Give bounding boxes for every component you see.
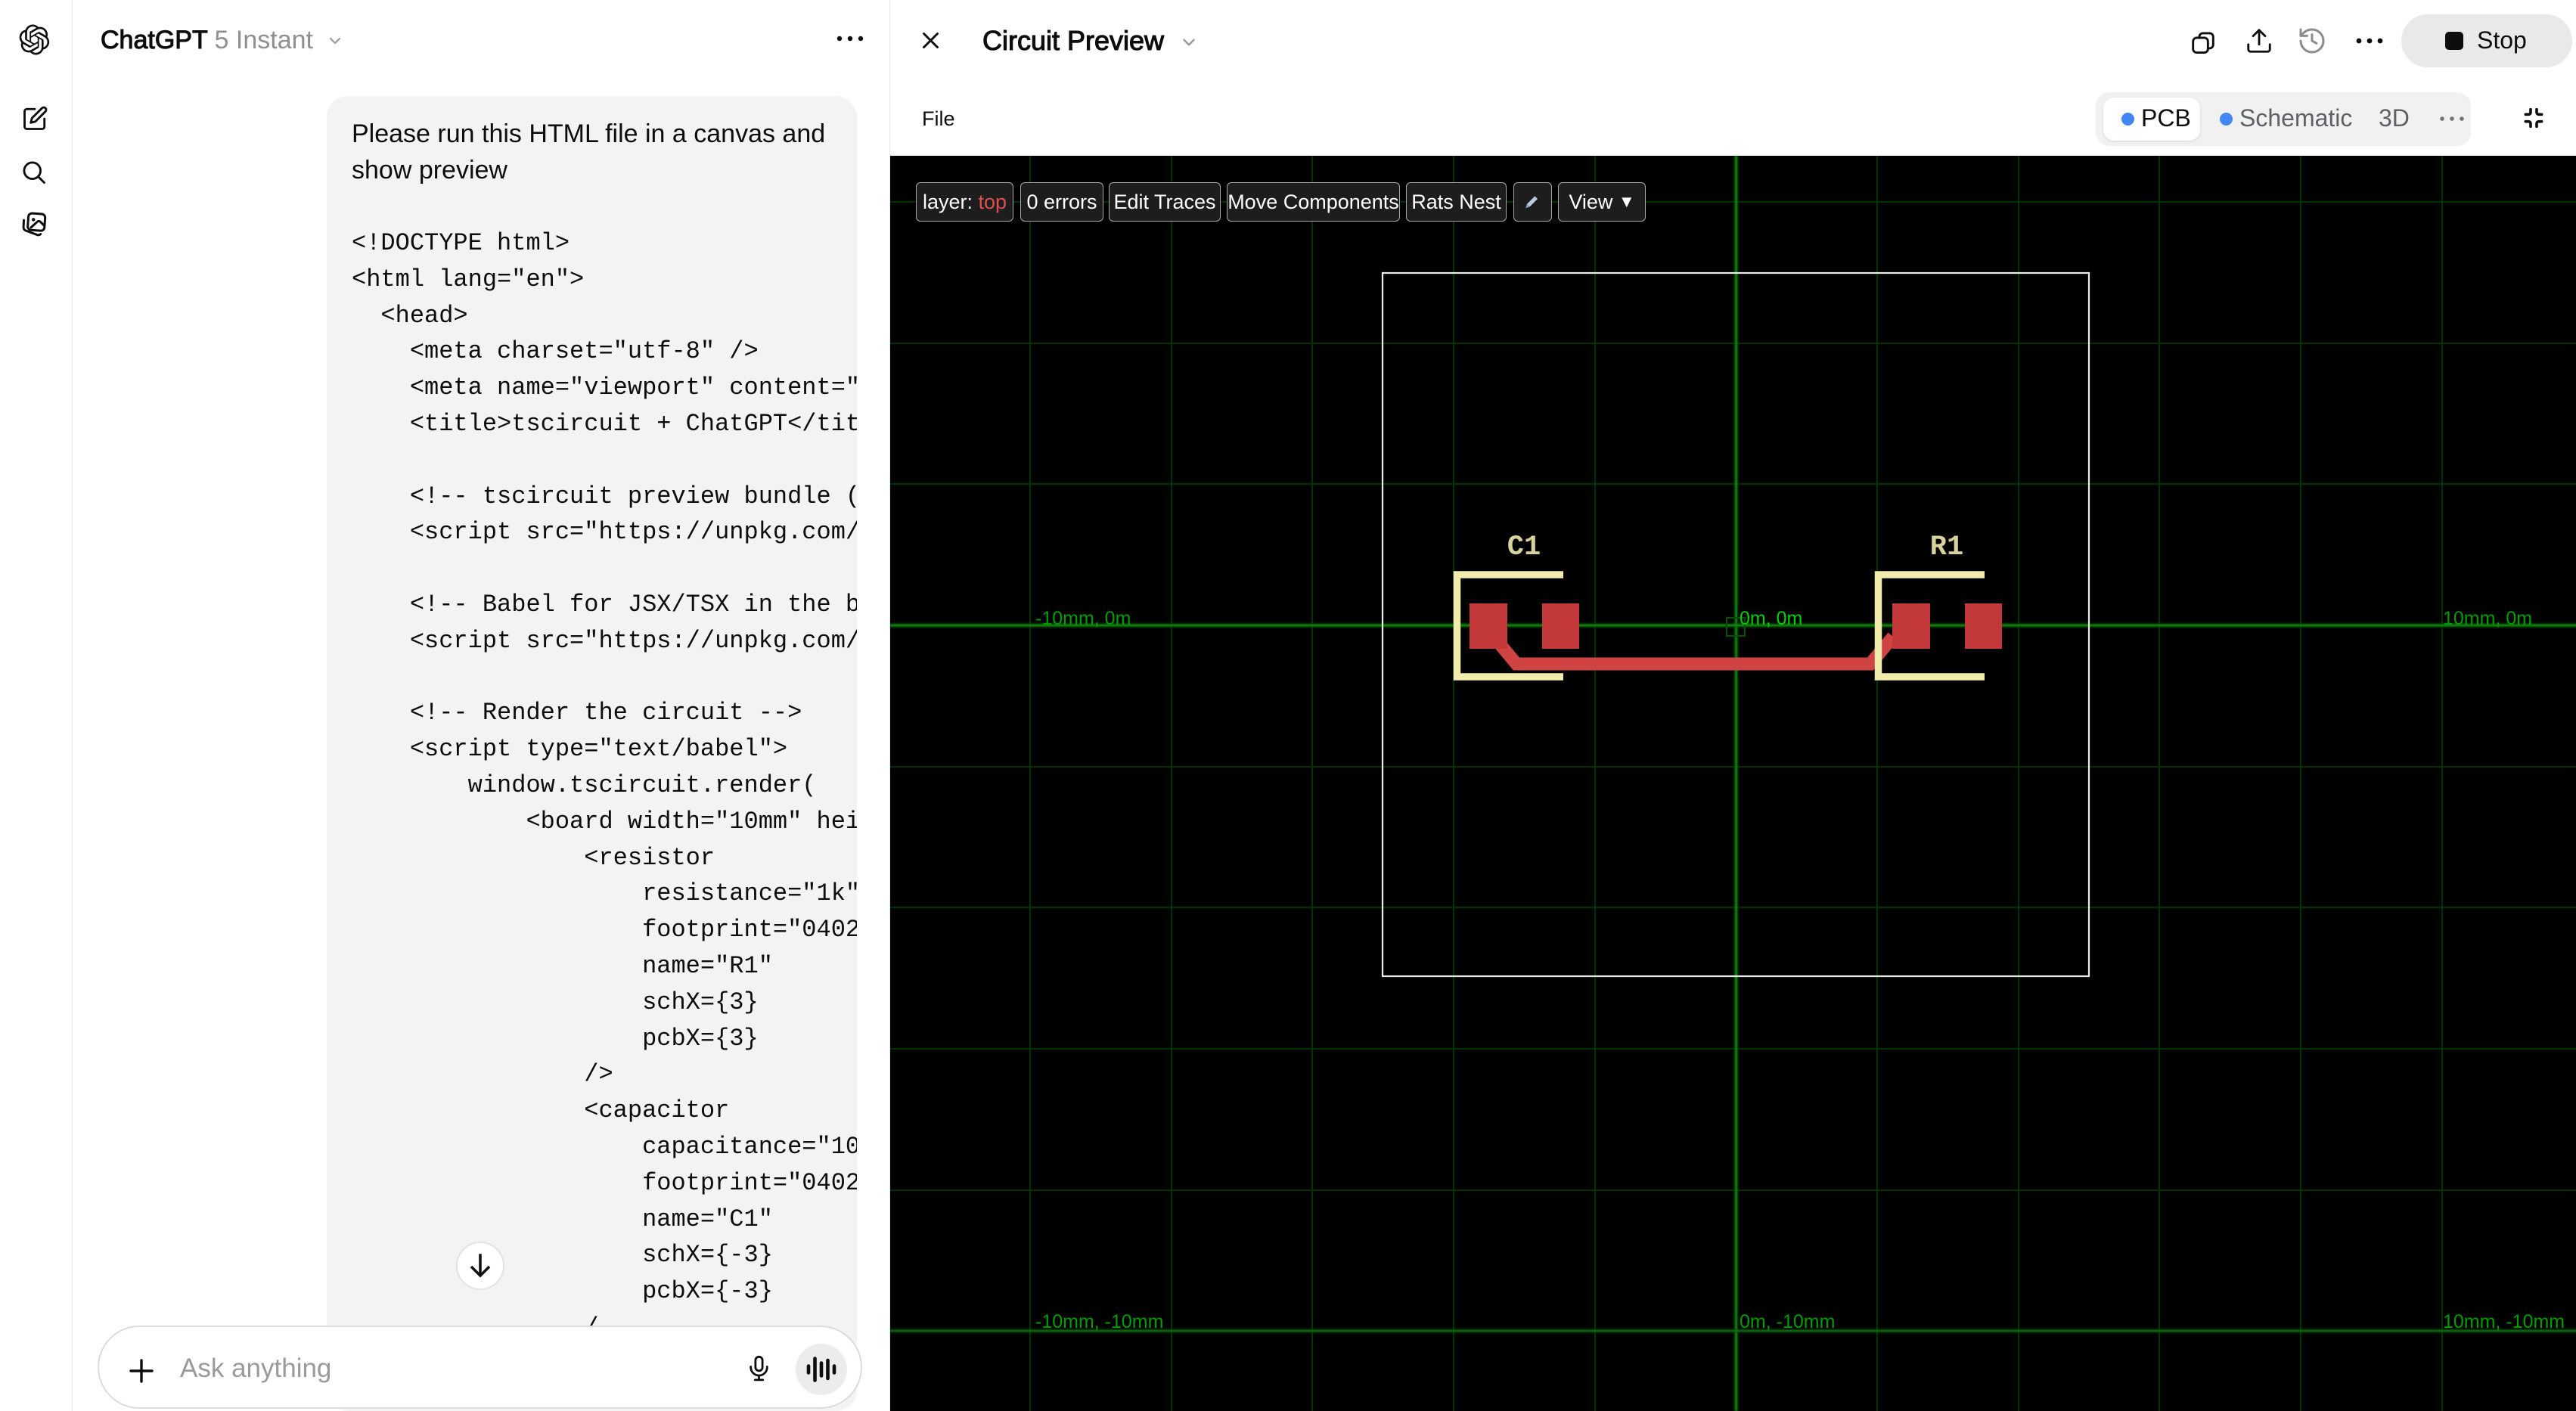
svg-text:0m, 0m: 0m, 0m [1740,608,1802,629]
svg-text:10mm, -10mm: 10mm, -10mm [2443,1311,2565,1332]
svg-text:-10mm, -10mm: -10mm, -10mm [1035,1311,1163,1332]
svg-text:0m, -10mm: 0m, -10mm [1740,1311,1835,1332]
svg-text:10mm, 0m: 10mm, 0m [2443,608,2532,629]
svg-text:C1: C1 [1507,532,1541,563]
svg-text:R1: R1 [1930,532,1963,563]
svg-text:-10mm, 0m: -10mm, 0m [1035,608,1131,629]
